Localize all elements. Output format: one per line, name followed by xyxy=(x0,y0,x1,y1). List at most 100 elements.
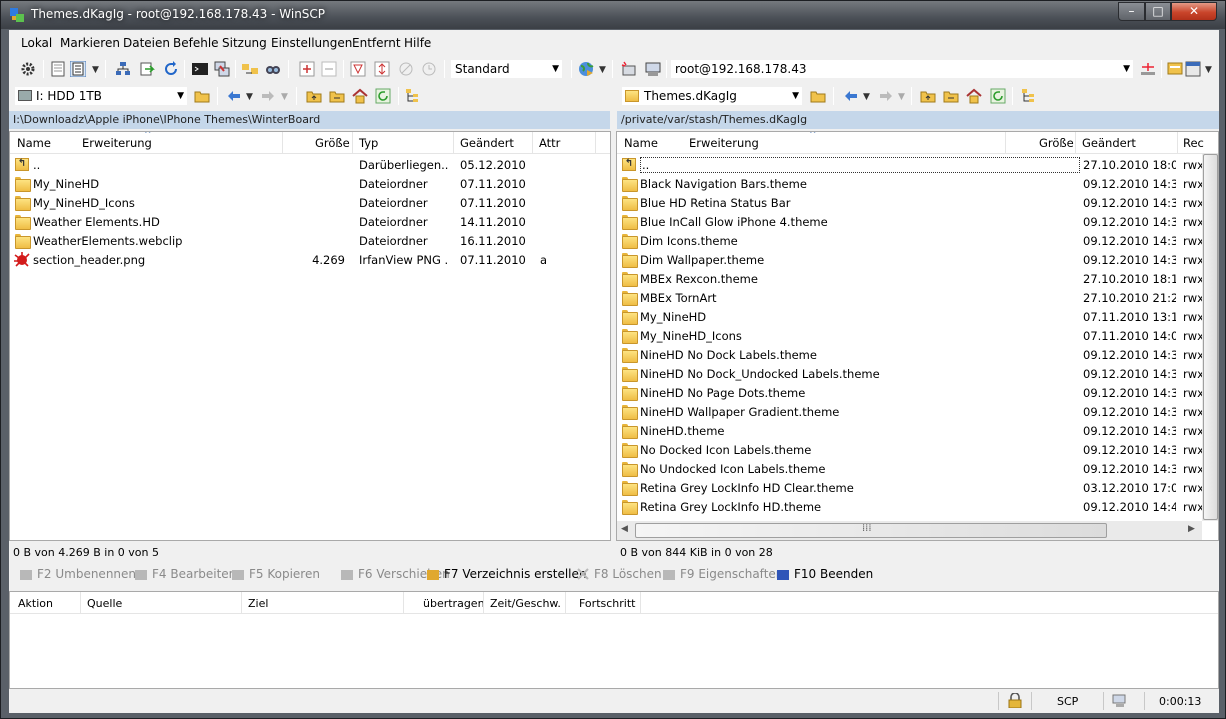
chevron-down-icon[interactable]: ▼ xyxy=(599,65,606,75)
view-details-icon[interactable] xyxy=(70,61,86,77)
invert-selection-icon[interactable] xyxy=(374,61,390,77)
table-row[interactable]: Blue HD Retina Status Bar 09.12.2010 14:3… xyxy=(617,194,1204,213)
restore-selection-icon[interactable] xyxy=(421,61,437,77)
table-row[interactable]: No Undocked Icon Labels.theme 09.12.2010 … xyxy=(617,460,1204,479)
minimize-button[interactable]: – xyxy=(1118,2,1145,21)
new-tab-icon[interactable] xyxy=(1140,61,1156,77)
menu-entfernt[interactable]: Entfernt xyxy=(352,36,401,50)
forward-arrow-icon[interactable] xyxy=(260,88,276,104)
parent-dir-icon[interactable] xyxy=(920,88,936,104)
find-files-icon[interactable] xyxy=(265,61,281,77)
table-row[interactable]: NineHD.theme09.12.2010 14:3...rwx xyxy=(617,422,1204,441)
compare-dirs-icon[interactable] xyxy=(242,61,258,77)
menu-einstellungen[interactable]: Einstellungen xyxy=(271,36,352,50)
table-row[interactable]: My_NineHD_Icons Dateiordner 07.11.2010 ... xyxy=(10,194,610,213)
menu-sitzung[interactable]: Sitzung xyxy=(222,36,267,50)
preferences-icon[interactable] xyxy=(1167,61,1183,77)
col-rights[interactable]: Rec xyxy=(1183,136,1204,150)
menu-befehle[interactable]: Befehle xyxy=(173,36,219,50)
col-extension[interactable]: Erweiterung xyxy=(82,136,152,150)
table-row[interactable]: ↰..27.10.2010 18:0...rwx xyxy=(617,156,1204,175)
queue-col-source[interactable]: Quelle xyxy=(87,597,122,610)
refresh-icon[interactable] xyxy=(163,61,179,77)
menu-lokal[interactable]: Lokal xyxy=(21,36,52,50)
queue-col-progress[interactable]: Fortschritt xyxy=(579,597,635,610)
select-plus-icon[interactable] xyxy=(299,61,315,77)
col-name[interactable]: Name xyxy=(17,136,51,150)
remote-dir-select[interactable]: Themes.dKagIg ▼ xyxy=(621,86,803,106)
forward-arrow-icon[interactable] xyxy=(878,88,894,104)
parent-dir-icon[interactable] xyxy=(306,88,322,104)
remote-file-list[interactable]: Name Erweiterung ^ Größe Geändert Rec ↰.… xyxy=(616,131,1219,541)
open-folder-icon[interactable] xyxy=(810,88,826,104)
table-row[interactable]: Retina Grey LockInfo HD.theme 09.12.2010 … xyxy=(617,498,1204,517)
table-row[interactable]: Blue InCall Glow iPhone 4.theme 09.12.201… xyxy=(617,213,1204,232)
table-row[interactable]: My_NineHD07.11.2010 13:1...rwx xyxy=(617,308,1204,327)
globe-transfer-icon[interactable] xyxy=(578,61,594,77)
chevron-down-icon[interactable]: ▼ xyxy=(246,92,253,102)
col-modified[interactable]: Geändert xyxy=(1082,136,1136,150)
root-dir-icon[interactable] xyxy=(329,88,345,104)
table-row[interactable]: NineHD No Dock Labels.theme 09.12.2010 14… xyxy=(617,346,1204,365)
filter-icon[interactable] xyxy=(350,61,366,77)
table-row[interactable]: WeatherElements.webclip Dateiordner 16.11.… xyxy=(10,232,610,251)
refresh-icon[interactable] xyxy=(375,88,391,104)
table-row[interactable]: NineHD No Dock_Undocked Labels.theme 09.1… xyxy=(617,365,1204,384)
root-dir-icon[interactable] xyxy=(943,88,959,104)
scroll-thumb[interactable]: ⁞⁞⁞ xyxy=(635,523,1107,538)
col-size[interactable]: Größe xyxy=(315,136,350,150)
local-file-list[interactable]: Name Erweiterung ^ Größe Typ Geändert At… xyxy=(9,131,611,541)
col-size[interactable]: Größe xyxy=(1039,136,1074,150)
table-row[interactable]: My_NineHD Dateiordner 07.11.2010 ... xyxy=(10,175,610,194)
tree-view-icon[interactable] xyxy=(1021,88,1037,104)
remote-vertical-scrollbar[interactable] xyxy=(1202,154,1218,521)
gear-icon[interactable] xyxy=(20,61,36,77)
sync-browse-icon[interactable] xyxy=(139,61,155,77)
col-attr[interactable]: Attr xyxy=(539,136,560,150)
scroll-left-icon[interactable]: ◀ xyxy=(621,524,628,534)
chevron-down-icon[interactable]: ▼ xyxy=(898,92,905,102)
scroll-right-icon[interactable]: ▶ xyxy=(1188,524,1195,534)
drive-select[interactable]: I: HDD 1TB ▼ xyxy=(14,86,188,106)
col-name[interactable]: Name xyxy=(624,136,658,150)
table-row[interactable]: NineHD No Page Dots.theme 09.12.2010 14:3… xyxy=(617,384,1204,403)
queue-col-transferred[interactable]: übertragen xyxy=(423,597,485,610)
queue-col-target[interactable]: Ziel xyxy=(248,597,268,610)
col-extension[interactable]: Erweiterung xyxy=(689,136,759,150)
table-row[interactable]: Dim Icons.theme09.12.2010 14:3...rwx xyxy=(617,232,1204,251)
col-type[interactable]: Typ xyxy=(359,136,378,150)
sitemap-icon[interactable] xyxy=(115,61,131,77)
table-row[interactable]: Weather Elements.HD Dateiordner 14.11.2010… xyxy=(10,213,610,232)
queue-col-action[interactable]: Aktion xyxy=(18,597,53,610)
menu-markieren[interactable]: Markieren xyxy=(60,36,120,50)
select-minus-icon[interactable] xyxy=(321,61,337,77)
clear-selection-icon[interactable] xyxy=(398,61,414,77)
transfer-preset-select[interactable]: Standard ▼ xyxy=(450,59,563,79)
table-row[interactable]: Retina Grey LockInfo HD Clear.theme 03.12… xyxy=(617,479,1204,498)
table-row[interactable]: ↰.. Darüberliegen... 05.12.2010 ... xyxy=(10,156,610,175)
table-row[interactable]: My_NineHD_Icons07.11.2010 14:0...rwx xyxy=(617,327,1204,346)
table-row[interactable]: NineHD Wallpaper Gradient.theme 09.12.201… xyxy=(617,403,1204,422)
computer-icon[interactable] xyxy=(645,61,661,77)
table-row[interactable]: Black Navigation Bars.theme 09.12.2010 14… xyxy=(617,175,1204,194)
menu-dateien[interactable]: Dateien xyxy=(123,36,170,50)
view-list-icon[interactable] xyxy=(50,61,66,77)
table-row[interactable]: section_header.png 4.269 IrfanView PNG ...… xyxy=(10,251,610,270)
session-select[interactable]: root@192.168.178.43 ▼ xyxy=(670,59,1134,79)
layout-icon[interactable] xyxy=(1185,61,1201,77)
terminal-icon[interactable] xyxy=(192,61,208,77)
home-icon[interactable] xyxy=(966,88,982,104)
remote-horizontal-scrollbar[interactable]: ◀ ⁞⁞⁞ ▶ xyxy=(617,521,1202,540)
table-row[interactable]: No Docked Icon Labels.theme 09.12.2010 14… xyxy=(617,441,1204,460)
menu-hilfe[interactable]: Hilfe xyxy=(404,36,431,50)
local-path-bar[interactable]: I:\Downloadz\Apple iPhone\IPhone Themes\… xyxy=(9,111,610,129)
chevron-down-icon[interactable]: ▼ xyxy=(1205,65,1212,75)
open-folder-icon[interactable] xyxy=(194,88,210,104)
chevron-down-icon[interactable]: ▼ xyxy=(92,65,99,75)
table-row[interactable]: Dim Wallpaper.theme09.12.2010 14:3...rwx xyxy=(617,251,1204,270)
queue-col-speed[interactable]: Zeit/Geschw. xyxy=(490,597,561,610)
refresh-icon[interactable] xyxy=(990,88,1006,104)
putty-icon[interactable] xyxy=(214,61,230,77)
tree-view-icon[interactable] xyxy=(405,88,421,104)
table-row[interactable]: MBEx TornArt27.10.2010 21:2...rwx xyxy=(617,289,1204,308)
